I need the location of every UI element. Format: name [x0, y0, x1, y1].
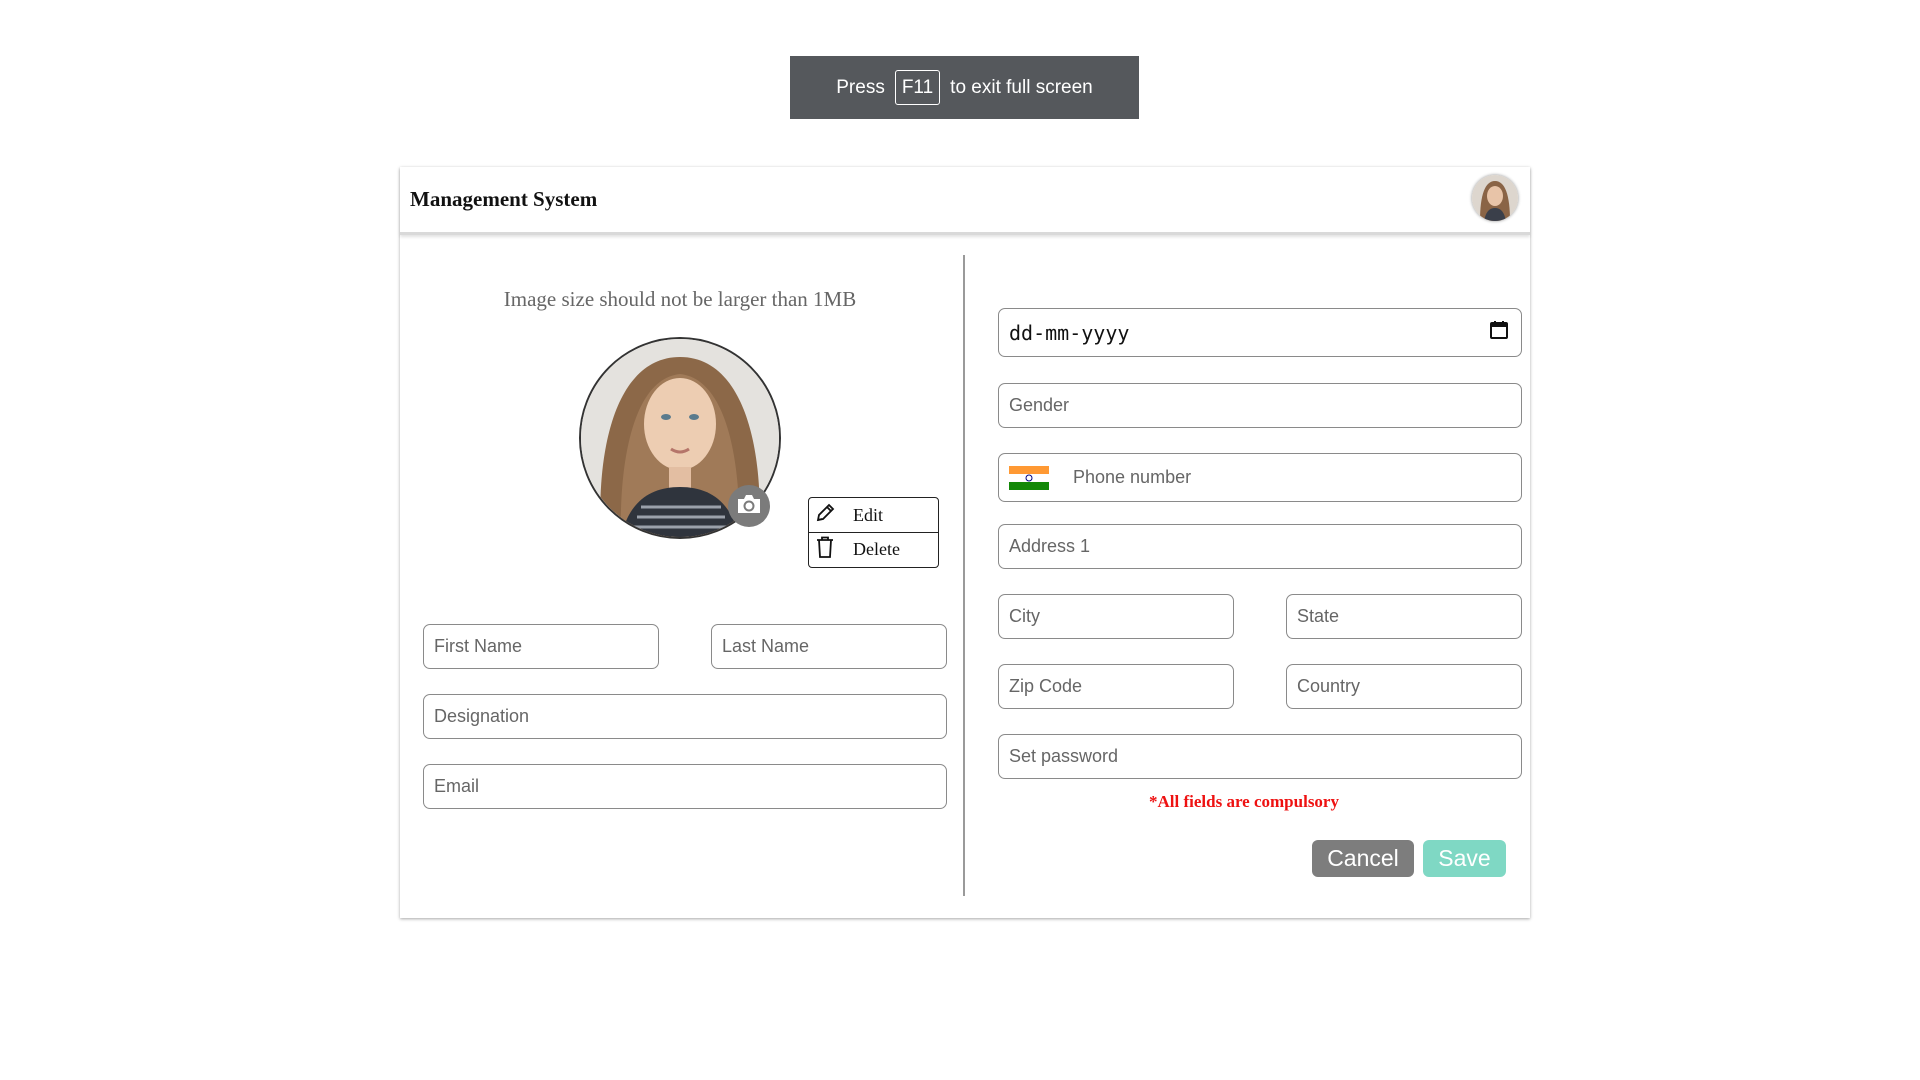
toast-key: F11 [894, 70, 941, 105]
zip-placeholder: Zip Code [1009, 676, 1083, 696]
app-title: Management System [410, 187, 598, 211]
cancel-button[interactable]: Cancel [1312, 840, 1414, 877]
zip-code-field[interactable]: Zip Code [998, 664, 1234, 709]
app-header: Management System [400, 167, 1530, 235]
delete-label: Delete [853, 539, 900, 559]
trash-icon [815, 536, 835, 563]
password-placeholder: Set password [1009, 746, 1119, 766]
pencil-icon [815, 503, 835, 528]
address1-field[interactable]: Address 1 [998, 524, 1522, 569]
gender-field[interactable]: Gender [998, 383, 1522, 428]
email-placeholder: Email [434, 776, 480, 796]
camera-icon [736, 493, 762, 520]
toast-rest-text: to exit full screen [950, 76, 1093, 98]
city-field[interactable]: City [998, 594, 1234, 639]
calendar-icon[interactable] [1489, 320, 1509, 345]
email-field[interactable]: Email [423, 764, 947, 809]
date-placeholder: dd-mm-yyyy [1009, 320, 1130, 345]
fullscreen-toast: Press F11 to exit full screen [790, 56, 1139, 119]
first-name-placeholder: First Name [434, 636, 523, 656]
user-avatar[interactable] [1472, 175, 1518, 221]
state-placeholder: State [1297, 606, 1340, 626]
photo-options-menu: Edit Delete [808, 497, 939, 568]
gender-placeholder: Gender [1009, 395, 1070, 415]
date-of-birth-field[interactable]: dd-mm-yyyy [998, 308, 1522, 357]
city-placeholder: City [1009, 606, 1040, 626]
last-name-field[interactable]: Last Name [711, 624, 947, 669]
last-name-placeholder: Last Name [722, 636, 810, 656]
password-field[interactable]: Set password [998, 734, 1522, 779]
phone-field[interactable]: Phone number [998, 453, 1522, 502]
designation-placeholder: Designation [434, 706, 530, 726]
designation-field[interactable]: Designation [423, 694, 947, 739]
image-size-hint: Image size should not be larger than 1MB [503, 287, 857, 311]
country-field[interactable]: Country [1286, 664, 1522, 709]
change-photo-button[interactable] [728, 485, 770, 527]
edit-photo-menu-item[interactable]: Edit [809, 498, 938, 532]
state-field[interactable]: State [1286, 594, 1522, 639]
form-card: Management System Image size should not … [400, 167, 1530, 918]
country-placeholder: Country [1297, 676, 1361, 696]
required-notice: *All fields are compulsory [1149, 792, 1339, 811]
edit-label: Edit [853, 504, 883, 525]
first-name-field[interactable]: First Name [423, 624, 659, 669]
phone-placeholder: Phone number [1073, 467, 1192, 487]
india-flag-icon[interactable] [1009, 465, 1049, 490]
delete-photo-menu-item[interactable]: Delete [809, 532, 938, 566]
address1-placeholder: Address 1 [1009, 536, 1091, 556]
save-button[interactable]: Save [1423, 840, 1506, 877]
column-divider [963, 255, 965, 896]
toast-press-text: Press [836, 76, 885, 98]
